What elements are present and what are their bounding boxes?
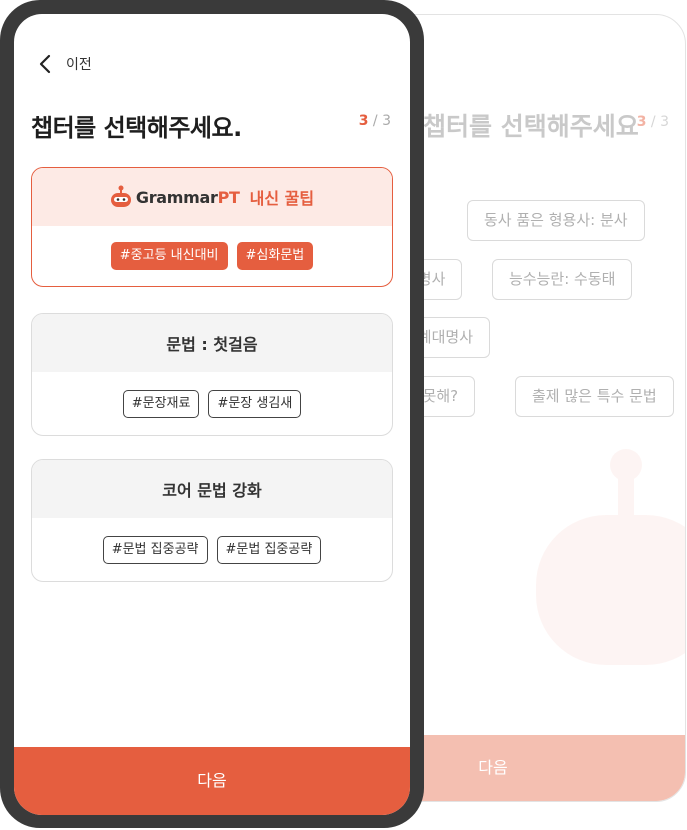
chevron-left-icon (39, 54, 51, 74)
chapter-card-grammarpt-tips[interactable]: GrammarPT 내신 꿀팁 #중고등 내신대비 #심화문법 (31, 167, 393, 287)
tag-chip: #중고등 내신대비 (110, 242, 228, 270)
chapter-card-tags: #중고등 내신대비 #심화문법 (32, 226, 392, 286)
background-step-counter: 3 / 3 (636, 114, 669, 130)
background-chip: 능수능란: 수동태 (492, 259, 633, 300)
background-chip: 동사 품은 형용사: 분사 (467, 200, 645, 241)
phone-frame: 이전 챕터를 선택해주세요. 3 / 3 GrammarPT 내신 꿀팁 #중고… (0, 0, 424, 828)
tag-chip: #문장재료 (122, 389, 200, 418)
chapter-card-title: 내신 꿀팁 (249, 189, 315, 208)
chapter-card-core-grammar[interactable]: 코어 문법 강화 #문법 집중공략 #문법 집중공략 (31, 459, 393, 582)
back-button[interactable]: 이전 (38, 52, 92, 76)
chapter-card-tags: #문법 집중공략 #문법 집중공략 (32, 518, 392, 581)
chapter-card-first-steps[interactable]: 문법 : 첫걸음 #문장재료 #문장 생김새 (31, 313, 393, 436)
tag-chip: #문법 집중공략 (216, 535, 322, 564)
grammarpt-brand: GrammarPT 내신 꿀팁 (110, 185, 314, 209)
chapter-card-title: 코어 문법 강화 (32, 460, 392, 518)
tag-chip: #심화문법 (236, 242, 314, 270)
brand-name: GrammarPT (135, 187, 240, 207)
step-counter: 3 / 3 (359, 113, 391, 129)
step-total: / 3 (372, 113, 391, 129)
chapter-card-title: 문법 : 첫걸음 (32, 314, 392, 372)
back-label: 이전 (66, 57, 92, 73)
background-chip: 출제 많은 특수 문법 (515, 376, 674, 417)
robot-logo-icon (110, 185, 131, 207)
tag-chip: #문법 집중공략 (102, 535, 208, 564)
step-current: 3 (358, 113, 369, 129)
chapter-card-tags: #문장재료 #문장 생김새 (32, 372, 392, 435)
page-title: 챕터를 선택해주세요. (31, 114, 242, 142)
background-page-title: 챕터를 선택해주세요 (423, 112, 639, 141)
next-button[interactable]: 다음 (14, 747, 410, 815)
tag-chip: #문장 생김새 (208, 389, 302, 418)
robot-watermark-icon (536, 449, 685, 665)
phone-screen: 이전 챕터를 선택해주세요. 3 / 3 GrammarPT 내신 꿀팁 #중고… (14, 14, 410, 815)
chapter-card-header: GrammarPT 내신 꿀팁 (32, 168, 392, 226)
